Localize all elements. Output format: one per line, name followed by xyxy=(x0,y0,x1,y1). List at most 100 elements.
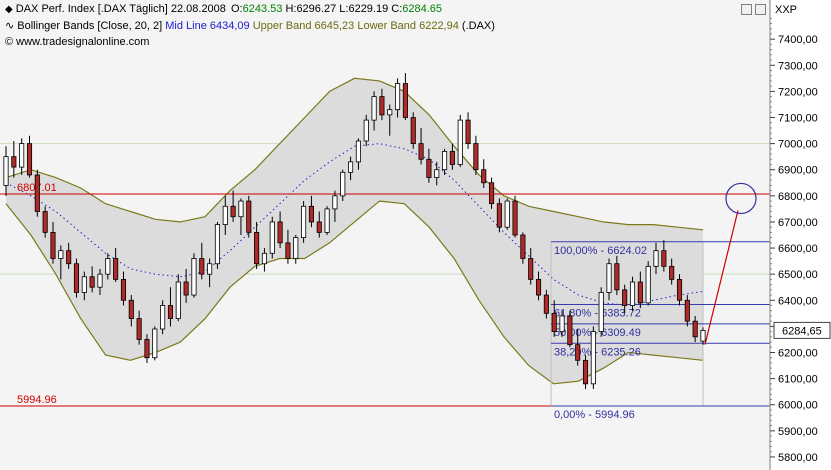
candle-body xyxy=(113,258,119,280)
candle-body xyxy=(410,117,416,145)
fib-level-label: 38,20% - 6235.26 xyxy=(554,346,641,358)
fib-level-label: 61,80% - 6383.72 xyxy=(554,308,641,320)
candle-body xyxy=(277,221,283,244)
candle-body xyxy=(199,258,205,275)
candle-body xyxy=(496,203,502,228)
candle-body xyxy=(457,119,463,165)
indicator-symbol: (.DAX) xyxy=(461,20,495,32)
candle-body xyxy=(559,315,565,333)
candle-body xyxy=(473,143,479,171)
candle-body xyxy=(293,237,299,259)
price-tick-label: 6100,00 xyxy=(778,374,818,386)
header-line-1: ◆ DAX Perf. Index [.DAX Täglich] 22.08.2… xyxy=(5,3,442,16)
candle-body xyxy=(152,328,158,359)
candle-body xyxy=(81,276,87,293)
candle-body xyxy=(692,320,698,338)
wave-icon[interactable]: ∿ xyxy=(5,20,14,32)
candle-body xyxy=(261,252,267,265)
candle-body xyxy=(11,156,17,168)
candle-body xyxy=(363,119,369,142)
candle-body xyxy=(379,96,385,116)
candle-body xyxy=(402,83,408,118)
copyright-icon: © xyxy=(5,36,14,48)
candle-body xyxy=(622,289,628,306)
candle-body xyxy=(535,278,542,296)
candle-body xyxy=(144,339,150,359)
candle-body xyxy=(230,205,236,218)
price-axis: 5800,005900,006000,006100,006200,006300,… xyxy=(769,0,831,470)
candle-body xyxy=(661,250,667,267)
candle-body xyxy=(214,224,221,265)
price-tick-label: 7400,00 xyxy=(778,34,818,46)
price-tick-label: 6000,00 xyxy=(778,400,818,412)
price-tick-label: 6400,00 xyxy=(778,295,818,307)
candle-body xyxy=(42,211,48,233)
fib-level-label: 50,00% - 6309.49 xyxy=(554,327,641,339)
candle-body xyxy=(598,292,604,333)
candle-body xyxy=(50,231,56,259)
candle-body xyxy=(669,265,675,280)
candle-body xyxy=(418,143,424,160)
close-value: 6284.65 xyxy=(402,3,443,15)
price-tick-label: 6500,00 xyxy=(778,269,818,281)
candle-body xyxy=(66,250,72,265)
indicator-label: Bollinger Bands [Close, 20, 2] xyxy=(17,20,163,32)
candle-body xyxy=(575,344,581,361)
candle-body xyxy=(269,221,275,254)
candle-body xyxy=(543,294,549,314)
candle-body xyxy=(614,263,620,291)
candle-body xyxy=(34,174,40,212)
candle-body xyxy=(434,169,440,178)
upper-band-value: Upper Band 6645,23 xyxy=(252,20,355,32)
price-tick-label: 7100,00 xyxy=(778,113,818,125)
symbol-label: DAX Perf. Index [.DAX Täglich] xyxy=(15,3,168,15)
candle-body xyxy=(167,305,174,319)
candle-body xyxy=(684,299,690,322)
price-tick-label: 7000,00 xyxy=(778,139,818,151)
candle-body xyxy=(301,205,307,239)
support-resistance-label: 5994.96 xyxy=(17,394,57,406)
candle-body xyxy=(520,234,526,259)
candle-body xyxy=(426,158,432,178)
price-tick-label: 6800,00 xyxy=(778,191,818,203)
current-price-value: 6284,65 xyxy=(782,325,822,337)
candle-body xyxy=(128,299,134,319)
candle-body xyxy=(238,200,244,218)
lower-band-value: Lower Band 6222,94 xyxy=(357,20,459,32)
candle-body xyxy=(120,278,127,301)
candle-body xyxy=(97,273,103,288)
candle-body xyxy=(26,143,33,176)
header-line-2: ∿ Bollinger Bands [Close, 20, 2] Mid Lin… xyxy=(5,20,495,33)
minimize-button[interactable] xyxy=(741,4,752,15)
price-tick-label: 7200,00 xyxy=(778,86,818,98)
price-tick-label: 7300,00 xyxy=(778,60,818,72)
close-label: C: xyxy=(391,3,403,15)
candle-body xyxy=(551,312,557,333)
candle-body xyxy=(488,182,495,205)
candle-body xyxy=(73,263,80,293)
diamond-arrow-icon[interactable]: ◆ xyxy=(5,4,13,15)
candle-body xyxy=(89,276,95,288)
low-value: 6229.19 xyxy=(348,3,389,15)
candle-body xyxy=(504,200,510,228)
candle-body xyxy=(442,151,448,171)
candle-body xyxy=(222,205,228,225)
candle-body xyxy=(3,156,9,186)
candle-body xyxy=(653,250,659,267)
price-chart[interactable]: 6807.015994.96 100,00% - 6624.0261,80% -… xyxy=(0,0,831,470)
date-label: 22.08.2008 xyxy=(170,3,226,15)
candle-body xyxy=(183,281,189,296)
candle-body xyxy=(324,208,330,233)
maximize-button[interactable] xyxy=(755,4,766,15)
source-label: www.tradesignalonline.com xyxy=(16,36,150,48)
candle-body xyxy=(481,169,487,184)
candle-body xyxy=(105,258,111,275)
candle-body xyxy=(160,305,166,330)
candle-body xyxy=(387,109,393,116)
candle-body xyxy=(332,195,338,210)
candle-body xyxy=(355,140,361,163)
candle-body xyxy=(637,281,643,304)
open-label: O: xyxy=(230,3,243,15)
candle-body xyxy=(629,281,636,306)
candle-body xyxy=(19,143,25,168)
